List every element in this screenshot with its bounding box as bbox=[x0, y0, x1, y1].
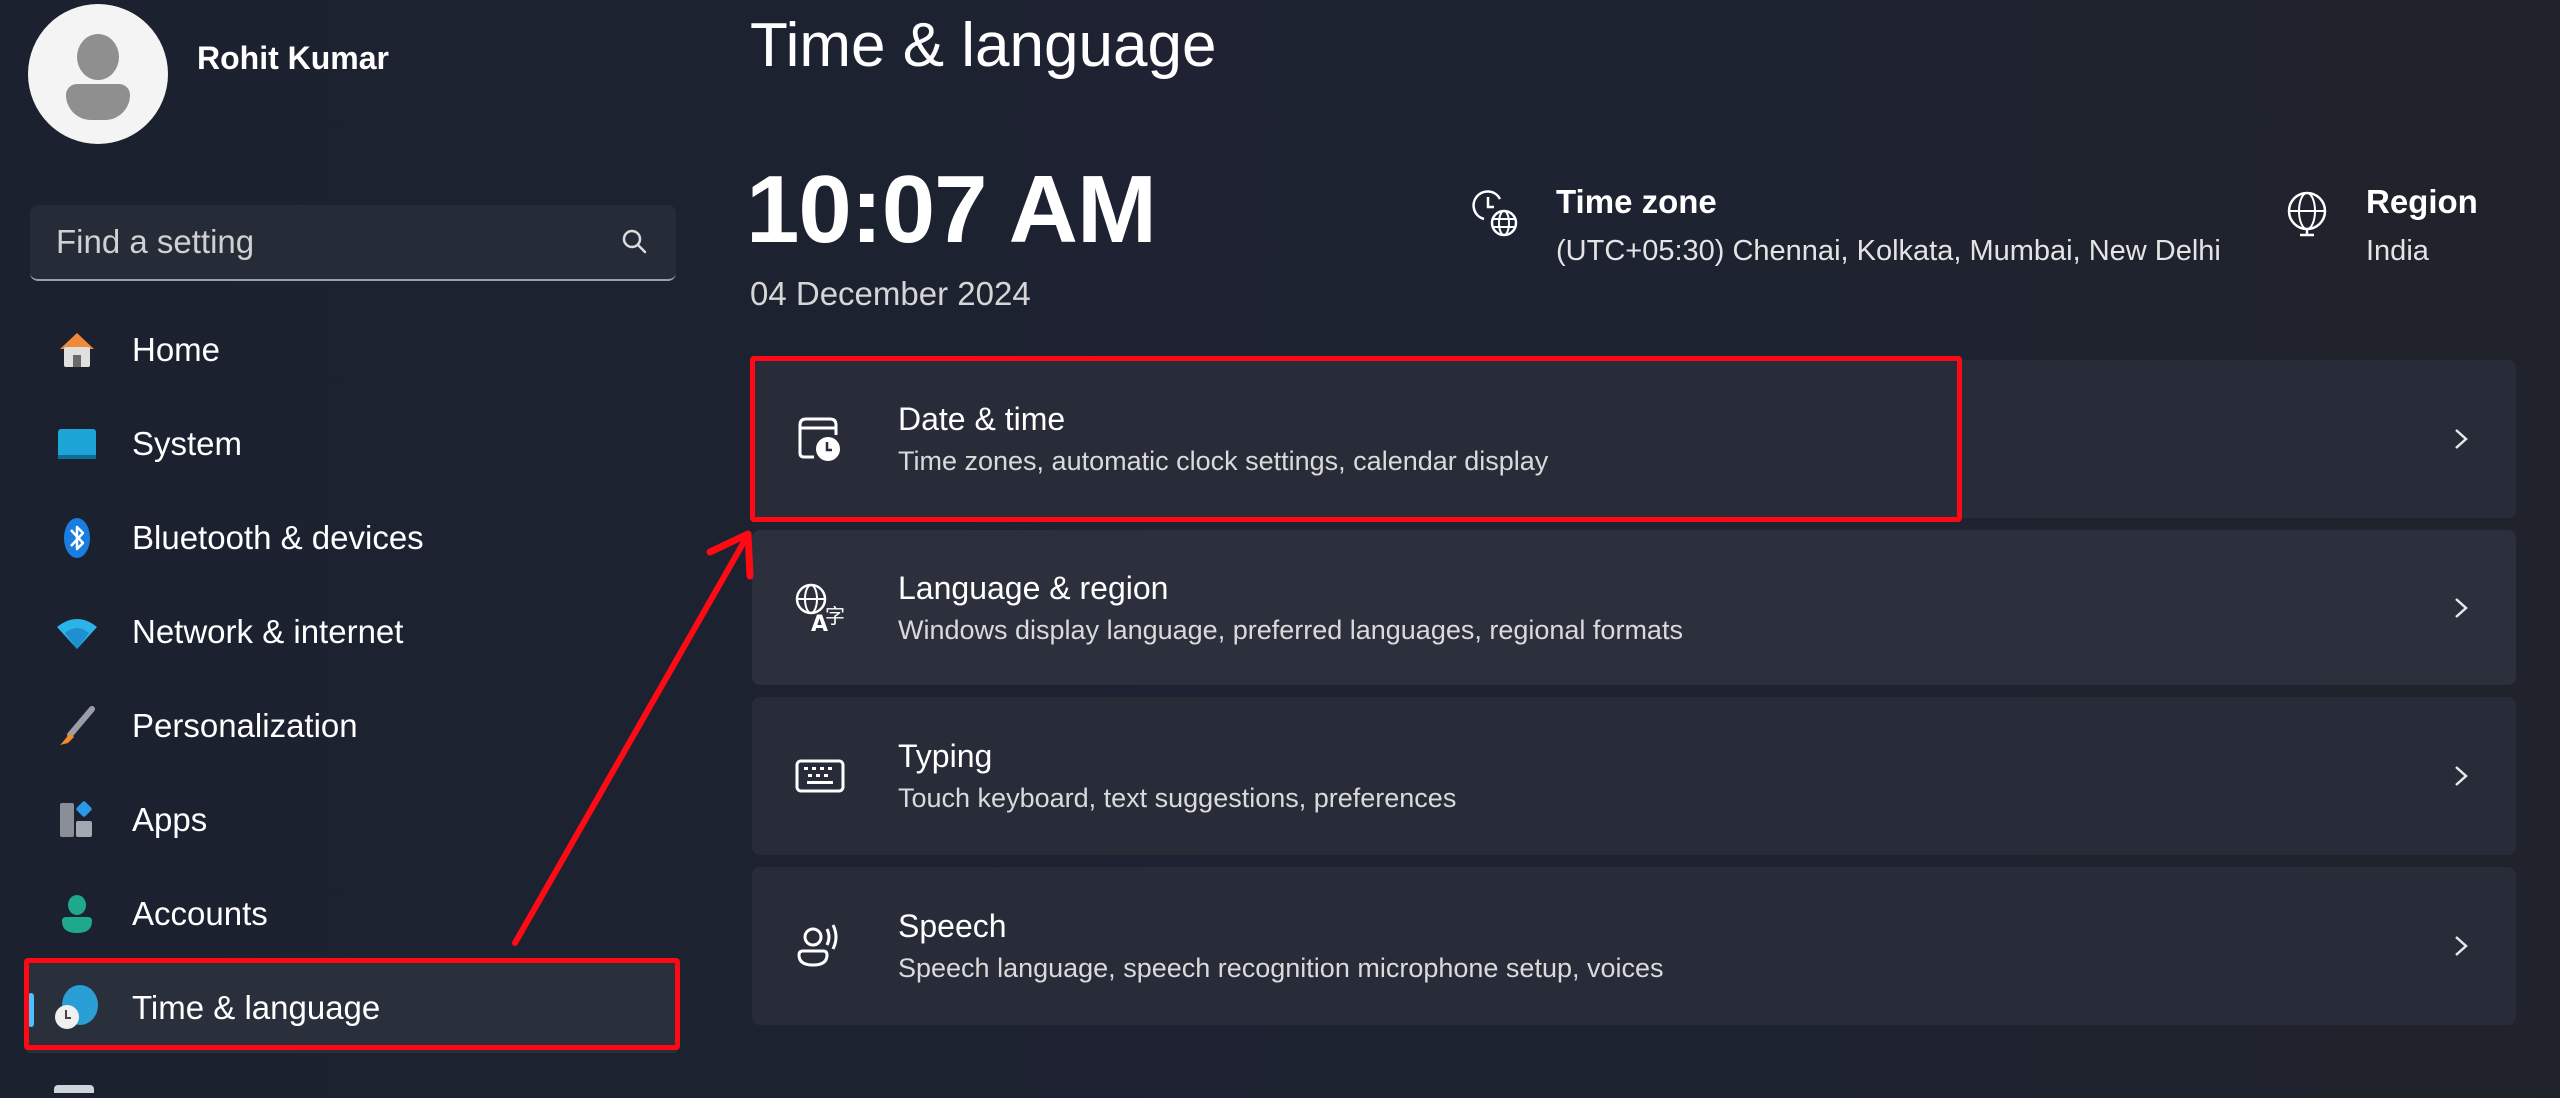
card-speech[interactable]: Speech Speech language, speech recogniti… bbox=[752, 867, 2516, 1025]
sidebar-item-home[interactable]: Home bbox=[24, 305, 680, 395]
current-time: 10:07 AM bbox=[746, 156, 1157, 263]
card-title: Language & region bbox=[898, 569, 1169, 606]
search-input[interactable] bbox=[56, 223, 620, 261]
sidebar-nav: Home System Bluetooth & devices Network … bbox=[24, 305, 680, 1057]
speech-icon bbox=[792, 918, 848, 974]
svg-text:字: 字 bbox=[825, 604, 845, 628]
time-zone-title: Time zone bbox=[1556, 183, 1717, 220]
card-desc: Touch keyboard, text suggestions, prefer… bbox=[898, 783, 1457, 813]
search-icon[interactable] bbox=[620, 227, 650, 257]
chevron-right-icon bbox=[2446, 931, 2476, 961]
chevron-right-icon bbox=[2446, 761, 2476, 791]
sidebar-item-apps[interactable]: Apps bbox=[24, 775, 680, 865]
accounts-icon bbox=[52, 889, 102, 939]
sidebar-item-label: Network & internet bbox=[132, 613, 404, 650]
avatar[interactable] bbox=[28, 4, 168, 144]
time-zone-value: (UTC+05:30) Chennai, Kolkata, Mumbai, Ne… bbox=[1556, 235, 2221, 267]
next-item-icon-partial bbox=[54, 1085, 94, 1093]
home-icon bbox=[52, 325, 102, 375]
sidebar-item-network[interactable]: Network & internet bbox=[24, 587, 680, 677]
search-box[interactable] bbox=[30, 205, 676, 281]
sidebar-item-label: Time & language bbox=[132, 989, 381, 1026]
sidebar-item-label: System bbox=[132, 425, 243, 462]
sidebar-item-personalization[interactable]: Personalization bbox=[24, 681, 680, 771]
globe-icon bbox=[2280, 187, 2334, 241]
system-icon bbox=[52, 419, 102, 469]
sidebar-item-accounts[interactable]: Accounts bbox=[24, 869, 680, 959]
wifi-icon bbox=[52, 607, 102, 657]
card-date-time[interactable]: Date & time Time zones, automatic clock … bbox=[752, 360, 2516, 518]
card-typing[interactable]: Typing Touch keyboard, text suggestions,… bbox=[752, 697, 2516, 855]
current-date: 04 December 2024 bbox=[750, 275, 1031, 312]
sidebar-item-label: Apps bbox=[132, 801, 208, 838]
card-title: Typing bbox=[898, 738, 993, 774]
bluetooth-icon bbox=[52, 513, 102, 563]
card-title: Date & time bbox=[898, 401, 1066, 437]
keyboard-icon bbox=[792, 748, 848, 804]
card-desc: Speech language, speech recognition micr… bbox=[898, 953, 1664, 983]
apps-icon bbox=[52, 795, 102, 845]
page-title: Time & language bbox=[750, 11, 1217, 80]
chevron-right-icon bbox=[2446, 424, 2476, 454]
calendar-clock-icon bbox=[792, 411, 848, 467]
region-value: India bbox=[2366, 235, 2429, 267]
region-title: Region bbox=[2366, 183, 2478, 220]
card-language-region[interactable]: A字 Language & region Windows display lan… bbox=[752, 530, 2516, 685]
avatar-head bbox=[77, 34, 119, 80]
user-name: Rohit Kumar bbox=[197, 40, 389, 76]
brush-icon bbox=[52, 701, 102, 751]
sidebar-item-system[interactable]: System bbox=[24, 399, 680, 489]
time-zone-info: Time zone (UTC+05:30) Chennai, Kolkata, … bbox=[1470, 183, 2221, 268]
sidebar-item-time-language[interactable]: Time & language bbox=[24, 963, 680, 1053]
avatar-body bbox=[66, 84, 130, 120]
sidebar-item-label: Accounts bbox=[132, 895, 268, 932]
sidebar-item-label: Home bbox=[132, 331, 221, 368]
chevron-right-icon bbox=[2446, 593, 2476, 623]
card-desc: Windows display language, preferred lang… bbox=[898, 614, 1683, 645]
settings-cards: Date & time Time zones, automatic clock … bbox=[752, 360, 2516, 1037]
time-zone-icon bbox=[1470, 187, 1524, 241]
card-desc: Time zones, automatic clock settings, ca… bbox=[898, 446, 1549, 476]
card-title: Speech bbox=[898, 908, 1007, 944]
window-edge bbox=[2540, 0, 2560, 1098]
language-icon: A字 bbox=[792, 580, 848, 636]
region-info: Region India bbox=[2280, 183, 2478, 268]
time-language-icon bbox=[52, 983, 102, 1033]
sidebar-item-bluetooth[interactable]: Bluetooth & devices bbox=[24, 493, 680, 583]
sidebar-item-label: Bluetooth & devices bbox=[132, 519, 424, 556]
sidebar-item-label: Personalization bbox=[132, 707, 358, 744]
settings-window: Rohit Kumar Home System Bluetooth & devi… bbox=[0, 0, 2560, 1098]
